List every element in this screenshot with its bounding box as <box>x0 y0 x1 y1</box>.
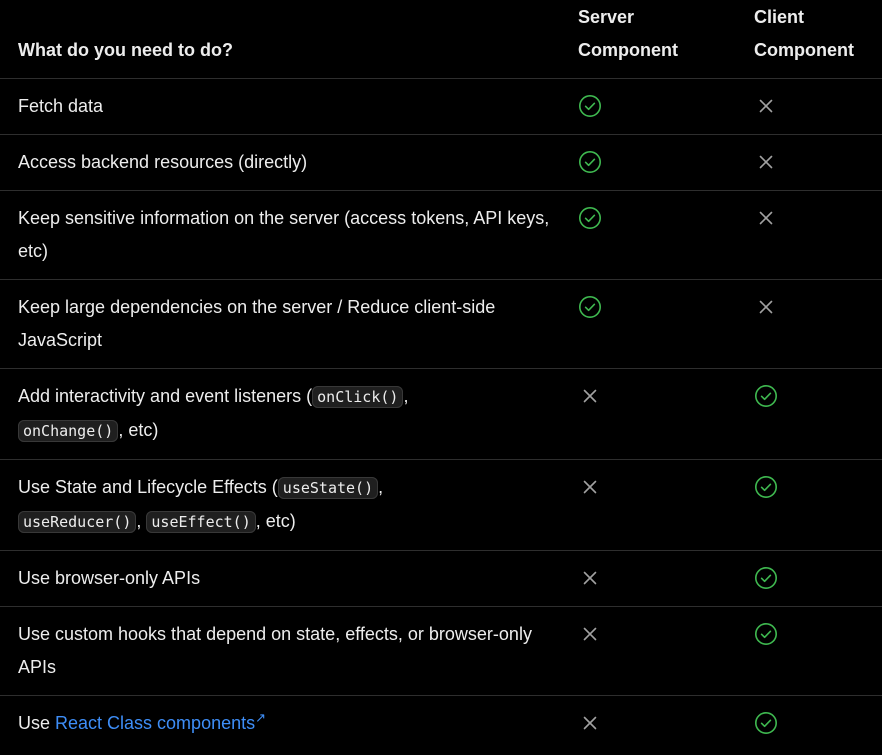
code-usereducer: useReducer() <box>18 510 137 533</box>
comparison-table: What do you need to do? Server Component… <box>0 0 882 751</box>
task-text: Access backend resources (directly) <box>18 151 308 172</box>
cross-icon <box>754 295 778 319</box>
client-cell <box>754 550 882 607</box>
table-row: Use React Class components↗ <box>0 695 882 751</box>
task-text: Use custom hooks that depend on state, e… <box>18 623 532 677</box>
cross-icon <box>578 384 602 408</box>
client-cell <box>754 134 882 191</box>
task-text-before: Add interactivity and event listeners ( <box>18 385 313 406</box>
header-server-line1: Server <box>578 6 635 27</box>
check-circle-icon <box>754 475 778 499</box>
table-row: Access backend resources (directly) <box>0 134 882 191</box>
table-row: Use custom hooks that depend on state, e… <box>0 606 882 696</box>
table-row: Keep sensitive information on the server… <box>0 190 882 280</box>
client-cell <box>754 695 882 751</box>
table-header-row: What do you need to do? Server Component… <box>0 0 882 79</box>
code-usestate: useState() <box>277 476 379 499</box>
table-row: Add interactivity and event listeners (o… <box>0 368 882 460</box>
cross-icon <box>754 150 778 174</box>
check-circle-icon <box>754 384 778 408</box>
task-text-before: Use State and Lifecycle Effects ( <box>18 476 278 497</box>
task-text: Use browser-only APIs <box>18 567 201 588</box>
header-client-line2: Component <box>754 39 854 60</box>
table-row: Use browser-only APIs <box>0 550 882 607</box>
check-circle-icon <box>754 622 778 646</box>
code-useeffect: useEffect() <box>146 510 256 533</box>
client-cell <box>754 78 882 135</box>
task-text-sep: , <box>403 385 409 406</box>
client-cell <box>754 279 882 369</box>
check-circle-icon <box>754 711 778 735</box>
header-client-line1: Client <box>754 6 805 27</box>
check-circle-icon <box>578 295 602 319</box>
server-cell <box>578 279 754 369</box>
server-cell <box>578 368 754 460</box>
task-text-before: Use <box>18 712 56 733</box>
table-row: Keep large dependencies on the server / … <box>0 279 882 369</box>
task-text-after: , etc) <box>255 510 296 531</box>
server-cell <box>578 134 754 191</box>
server-cell <box>578 459 754 551</box>
client-cell <box>754 190 882 280</box>
cross-icon <box>578 475 602 499</box>
server-cell <box>578 606 754 696</box>
task-text-sep: , <box>378 476 384 497</box>
task-cell: Use State and Lifecycle Effects (useStat… <box>0 459 578 551</box>
server-cell <box>578 190 754 280</box>
header-server-line2: Component <box>578 39 678 60</box>
cross-icon <box>754 94 778 118</box>
task-cell: Keep large dependencies on the server / … <box>0 279 578 369</box>
server-cell <box>578 550 754 607</box>
task-cell: Fetch data <box>0 78 578 135</box>
task-text-after: , etc) <box>118 419 159 440</box>
cross-icon <box>754 206 778 230</box>
task-text: Keep large dependencies on the server / … <box>18 296 496 350</box>
header-task: What do you need to do? <box>0 0 578 79</box>
cross-icon <box>578 622 602 646</box>
task-text-sep: , <box>136 510 142 531</box>
task-text: Fetch data <box>18 95 104 116</box>
server-cell <box>578 78 754 135</box>
external-link-icon: ↗ <box>255 709 267 725</box>
header-server-component: Server Component <box>578 0 754 79</box>
task-cell: Use browser-only APIs <box>0 550 578 607</box>
react-class-components-link[interactable]: React Class components↗ <box>55 709 267 733</box>
cross-icon <box>578 711 602 735</box>
client-cell <box>754 606 882 696</box>
task-cell: Use custom hooks that depend on state, e… <box>0 606 578 696</box>
task-cell: Use React Class components↗ <box>0 695 578 751</box>
table-row: Use State and Lifecycle Effects (useStat… <box>0 459 882 551</box>
task-cell: Access backend resources (directly) <box>0 134 578 191</box>
task-cell: Keep sensitive information on the server… <box>0 190 578 280</box>
client-cell <box>754 368 882 460</box>
server-cell <box>578 695 754 751</box>
link-label: React Class components <box>55 712 256 733</box>
check-circle-icon <box>578 206 602 230</box>
table-row: Fetch data <box>0 78 882 135</box>
check-circle-icon <box>754 566 778 590</box>
code-onchange: onChange() <box>18 419 119 442</box>
client-cell <box>754 459 882 551</box>
header-client-component: Client Component <box>754 0 882 79</box>
task-text: Keep sensitive information on the server… <box>18 207 550 261</box>
cross-icon <box>578 566 602 590</box>
check-circle-icon <box>578 150 602 174</box>
check-circle-icon <box>578 94 602 118</box>
task-cell: Add interactivity and event listeners (o… <box>0 368 578 460</box>
code-onclick: onClick() <box>312 385 404 408</box>
